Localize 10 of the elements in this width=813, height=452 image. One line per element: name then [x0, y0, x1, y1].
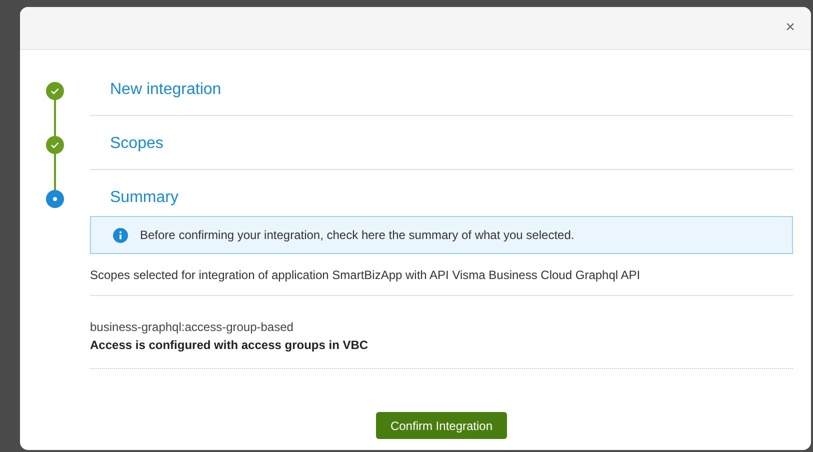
scope-description: Access is configured with access groups in VBC [90, 337, 368, 354]
step-title[interactable]: Scopes [110, 134, 164, 154]
info-text: Before confirming your integration, check here the summary of what you selected. [140, 227, 574, 244]
confirm-button[interactable]: Confirm Integration [376, 412, 507, 439]
scope-name: business-graphql:access-group-based [90, 319, 294, 336]
step-title[interactable]: Summary [110, 188, 178, 208]
close-button[interactable]: × [786, 20, 795, 36]
info-icon [113, 228, 128, 242]
scopes-heading: Scopes selected for integration of application SmartBizApp with API Visma Business Cloud Graphql API [90, 266, 640, 284]
step-title[interactable]: New integration [110, 80, 222, 100]
